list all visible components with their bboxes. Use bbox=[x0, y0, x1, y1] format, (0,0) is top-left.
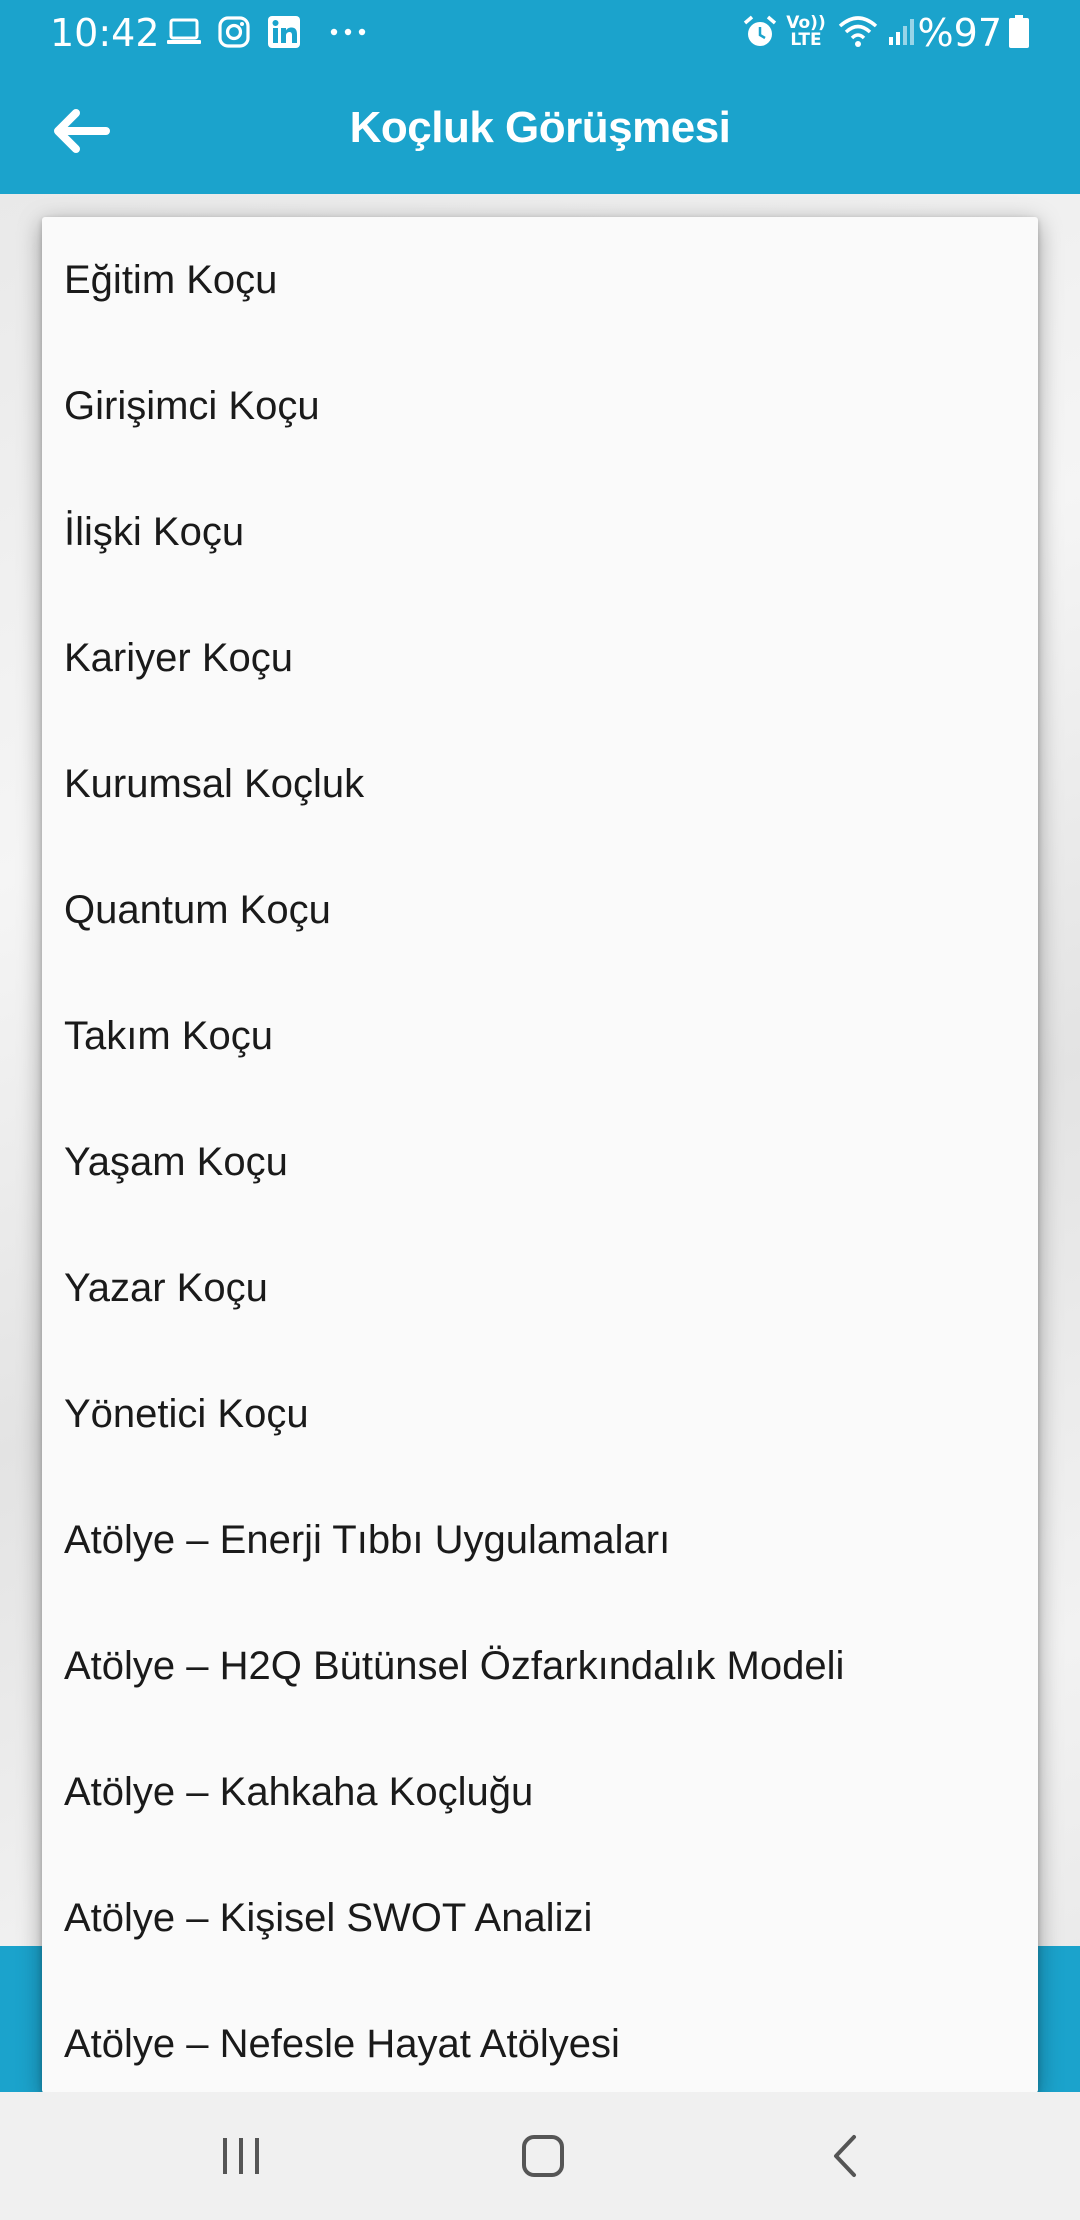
dropdown-option[interactable]: Yaşam Koçu bbox=[42, 1099, 1038, 1225]
dropdown-option[interactable]: Girişimci Koçu bbox=[42, 343, 1038, 469]
dropdown-option-label: Yaşam Koçu bbox=[64, 1140, 288, 1184]
signal-icon bbox=[884, 14, 920, 50]
page-title: Koçluk Görüşmesi bbox=[349, 103, 731, 152]
dropdown-option-label: İlişki Koçu bbox=[64, 510, 245, 554]
dropdown-option-label: Kariyer Koçu bbox=[64, 636, 293, 680]
dropdown-option[interactable]: Kariyer Koçu bbox=[42, 595, 1038, 721]
home-icon bbox=[522, 2135, 564, 2177]
dropdown-option-label: Atölye – H2Q Bütünsel Özfarkındalık Mode… bbox=[64, 1644, 845, 1688]
wifi-icon bbox=[836, 14, 880, 50]
dropdown-option[interactable]: Atölye – Kişisel SWOT Analizi bbox=[42, 1855, 1038, 1981]
instagram-icon bbox=[214, 14, 254, 50]
dropdown-option[interactable]: Atölye – Kahkaha Koçluğu bbox=[42, 1729, 1038, 1855]
alarm-icon bbox=[740, 14, 780, 50]
dropdown-option-label: Eğitim Koçu bbox=[64, 258, 278, 302]
recent-apps-button[interactable] bbox=[181, 2116, 301, 2196]
dropdown-option-label: Kurumsal Koçluk bbox=[64, 762, 365, 806]
laptop-icon bbox=[164, 14, 204, 50]
navigation-bar bbox=[0, 2092, 1080, 2220]
dropdown-option[interactable]: Atölye – H2Q Bütünsel Özfarkındalık Mode… bbox=[42, 1603, 1038, 1729]
dropdown-option[interactable]: Yönetici Koçu bbox=[42, 1351, 1038, 1477]
dropdown-option-label: Girişimci Koçu bbox=[64, 384, 320, 428]
dropdown-option-label: Atölye – Nefesle Hayat Atölyesi bbox=[64, 2022, 620, 2066]
dropdown-option[interactable]: Atölye – Nefesle Hayat Atölyesi bbox=[42, 1981, 1038, 2093]
dropdown-option-label: Quantum Koçu bbox=[64, 888, 331, 932]
back-icon bbox=[834, 2135, 856, 2177]
dropdown-option-label: Atölye – Kişisel SWOT Analizi bbox=[64, 1896, 593, 1940]
status-time: 10:42 bbox=[50, 11, 160, 55]
dropdown-popup: Eğitim Koçu Girişimci Koçu İlişki Koçu K… bbox=[42, 217, 1038, 2093]
battery-percent: %97 bbox=[917, 11, 1002, 55]
dropdown-option-label: Yazar Koçu bbox=[64, 1266, 268, 1310]
more-notifications-icon bbox=[326, 14, 370, 50]
nav-back-button[interactable] bbox=[785, 2116, 905, 2196]
home-button[interactable] bbox=[483, 2116, 603, 2196]
dropdown-option[interactable]: Takım Koçu bbox=[42, 973, 1038, 1099]
status-bar: 10:42 Vo)) LTE %97 bbox=[0, 0, 1080, 66]
app-bar: Koçluk Görüşmesi bbox=[0, 66, 1080, 194]
dropdown-option[interactable]: Yazar Koçu bbox=[42, 1225, 1038, 1351]
dropdown-option[interactable]: Eğitim Koçu bbox=[42, 217, 1038, 343]
dropdown-option[interactable]: Quantum Koçu bbox=[42, 847, 1038, 973]
dropdown-option[interactable]: Atölye – Enerji Tıbbı Uygulamaları bbox=[42, 1477, 1038, 1603]
recent-apps-icon bbox=[223, 2138, 259, 2174]
dropdown-option-label: Atölye – Kahkaha Koçluğu bbox=[64, 1770, 534, 1814]
battery-icon bbox=[1004, 14, 1034, 50]
dropdown-option-label: Atölye – Enerji Tıbbı Uygulamaları bbox=[64, 1518, 671, 1562]
volte-icon: Vo)) LTE bbox=[786, 14, 826, 50]
dropdown-option[interactable]: Kurumsal Koçluk bbox=[42, 721, 1038, 847]
dropdown-option-label: Yönetici Koçu bbox=[64, 1392, 309, 1436]
dropdown-option[interactable]: İlişki Koçu bbox=[42, 469, 1038, 595]
linkedin-icon bbox=[264, 14, 304, 50]
volte-line2: LTE bbox=[790, 30, 822, 50]
dropdown-option-label: Takım Koçu bbox=[64, 1014, 273, 1058]
